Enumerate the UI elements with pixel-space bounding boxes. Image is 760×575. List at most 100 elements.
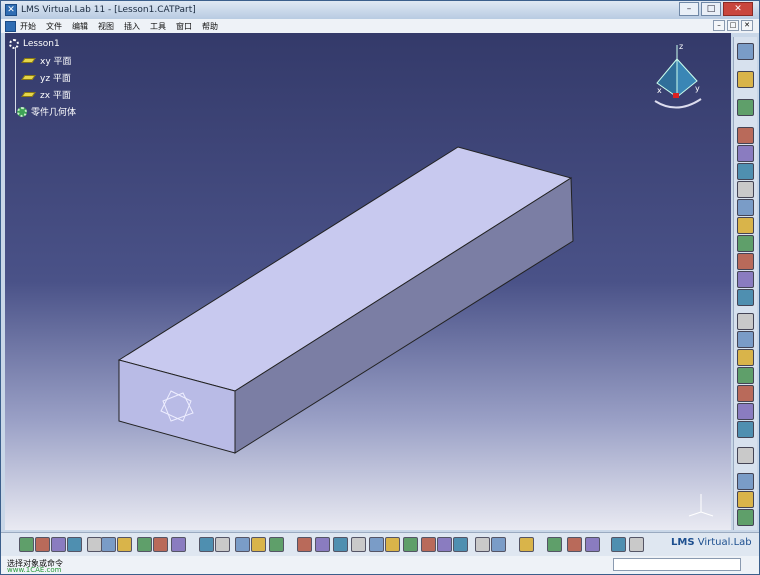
zoom-out-icon[interactable] bbox=[385, 537, 400, 552]
fillet-icon[interactable] bbox=[737, 289, 754, 306]
print-icon[interactable] bbox=[67, 537, 82, 552]
apply-material-icon[interactable] bbox=[519, 537, 534, 552]
tree-item-xy-plane[interactable]: xy 平面 bbox=[9, 52, 76, 69]
application-window: ✕ LMS Virtual.Lab 11 - [Lesson1.CATPart]… bbox=[0, 0, 760, 575]
comment-icon[interactable] bbox=[215, 537, 230, 552]
tree-root[interactable]: Lesson1 bbox=[9, 35, 76, 52]
menu-window[interactable]: 窗口 bbox=[176, 21, 192, 32]
doc-maximize-button[interactable]: □ bbox=[727, 20, 739, 31]
fit-all-icon[interactable] bbox=[315, 537, 330, 552]
new-icon[interactable] bbox=[19, 537, 34, 552]
close-button[interactable]: ✕ bbox=[723, 2, 753, 16]
minimize-button[interactable]: – bbox=[679, 2, 699, 16]
shading-icon[interactable] bbox=[437, 537, 452, 552]
swap-icon[interactable] bbox=[475, 537, 490, 552]
plane-icon bbox=[21, 75, 36, 80]
normal-view-icon[interactable] bbox=[403, 537, 418, 552]
tree-item-yz-plane[interactable]: yz 平面 bbox=[9, 69, 76, 86]
chamfer-icon[interactable] bbox=[737, 313, 754, 330]
tools-icon[interactable] bbox=[585, 537, 600, 552]
pan-icon[interactable] bbox=[333, 537, 348, 552]
iso-view-icon[interactable] bbox=[421, 537, 436, 552]
whats-this-icon[interactable] bbox=[171, 537, 186, 552]
document-icon[interactable] bbox=[5, 20, 16, 32]
window-title: LMS Virtual.Lab 11 - [Lesson1.CATPart] bbox=[21, 5, 196, 15]
tree-item-zx-plane[interactable]: zx 平面 bbox=[9, 86, 76, 103]
menu-edit[interactable]: 编辑 bbox=[72, 21, 88, 32]
formula-icon[interactable] bbox=[199, 537, 214, 552]
measure-icon[interactable] bbox=[269, 537, 284, 552]
sketcher-icon[interactable] bbox=[737, 99, 754, 116]
maximize-button[interactable]: □ bbox=[701, 2, 721, 16]
zoom-in-icon[interactable] bbox=[369, 537, 384, 552]
compass-y-label: y bbox=[695, 84, 700, 93]
shaft-icon[interactable] bbox=[737, 163, 754, 180]
stiffener-icon[interactable] bbox=[737, 253, 754, 270]
compass-icon[interactable]: z x y bbox=[649, 41, 709, 117]
watermark-text: www.1CAE.com bbox=[7, 566, 62, 574]
slot-icon[interactable] bbox=[737, 235, 754, 252]
measure-item-icon[interactable] bbox=[547, 537, 562, 552]
document-controls: – □ ✕ bbox=[713, 20, 753, 31]
gear-icon bbox=[17, 106, 27, 117]
compass-x-label: x bbox=[657, 86, 662, 95]
doc-minimize-button[interactable]: – bbox=[713, 20, 725, 31]
save-icon[interactable] bbox=[51, 537, 66, 552]
hide-show-icon[interactable] bbox=[453, 537, 468, 552]
specification-tree: Lesson1 xy 平面 yz 平面 zx 平面 零件几何体 bbox=[9, 35, 76, 120]
construction-icon[interactable] bbox=[567, 537, 582, 552]
selection-icon[interactable] bbox=[737, 71, 754, 88]
pattern-icon[interactable] bbox=[737, 491, 754, 508]
doc-close-button[interactable]: ✕ bbox=[741, 20, 753, 31]
part-geometry[interactable] bbox=[5, 33, 731, 530]
status-bar: 选择对象或命令 www.1CAE.com bbox=[1, 556, 759, 574]
pocket-icon[interactable] bbox=[737, 145, 754, 162]
table-icon[interactable] bbox=[235, 537, 250, 552]
remove-face-icon[interactable] bbox=[737, 403, 754, 420]
plane-icon bbox=[21, 58, 36, 63]
undo-icon[interactable] bbox=[137, 537, 152, 552]
menu-start[interactable]: 开始 bbox=[20, 21, 36, 32]
rotate-icon[interactable] bbox=[351, 537, 366, 552]
3d-viewport[interactable]: Lesson1 xy 平面 yz 平面 zx 平面 零件几何体 z x y bbox=[5, 33, 731, 530]
menu-tools[interactable]: 工具 bbox=[150, 21, 166, 32]
fly-mode-icon[interactable] bbox=[297, 537, 312, 552]
menu-file[interactable]: 文件 bbox=[46, 21, 62, 32]
axis-triad-icon bbox=[688, 494, 714, 517]
tree-item-label: zx 平面 bbox=[40, 91, 71, 101]
texture-icon[interactable] bbox=[491, 537, 506, 552]
menu-insert[interactable]: 插入 bbox=[124, 21, 140, 32]
copy-icon[interactable] bbox=[101, 537, 116, 552]
update-icon[interactable] bbox=[611, 537, 626, 552]
pad-icon[interactable] bbox=[737, 127, 754, 144]
tree-item-label: xy 平面 bbox=[40, 57, 72, 67]
title-bar[interactable]: ✕ LMS Virtual.Lab 11 - [Lesson1.CATPart]… bbox=[1, 1, 759, 19]
thickness-icon[interactable] bbox=[737, 367, 754, 384]
thread-icon[interactable] bbox=[737, 385, 754, 402]
open-icon[interactable] bbox=[35, 537, 50, 552]
brand-logo: LMS Virtual.Lab bbox=[671, 537, 752, 548]
menu-bar: 开始 文件 编辑 视图 插入 工具 窗口 帮助 – □ ✕ bbox=[1, 19, 759, 33]
command-input[interactable] bbox=[613, 558, 741, 571]
cut-icon[interactable] bbox=[87, 537, 102, 552]
scaling-icon[interactable] bbox=[737, 509, 754, 526]
shell-icon[interactable] bbox=[737, 349, 754, 366]
sketch-icon[interactable] bbox=[737, 43, 754, 60]
bottom-toolbar: LMS Virtual.Lab bbox=[1, 532, 759, 556]
tree-item-part-body[interactable]: 零件几何体 bbox=[9, 103, 76, 120]
replace-face-icon[interactable] bbox=[737, 421, 754, 438]
analysis-icon[interactable] bbox=[629, 537, 644, 552]
draft-icon[interactable] bbox=[737, 331, 754, 348]
menu-help[interactable]: 帮助 bbox=[202, 21, 218, 32]
catalog-icon[interactable] bbox=[251, 537, 266, 552]
groove-icon[interactable] bbox=[737, 181, 754, 198]
rib-icon[interactable] bbox=[737, 217, 754, 234]
paste-icon[interactable] bbox=[117, 537, 132, 552]
mirror-icon[interactable] bbox=[737, 473, 754, 490]
menu-view[interactable]: 视图 bbox=[98, 21, 114, 32]
redo-icon[interactable] bbox=[153, 537, 168, 552]
right-toolbar bbox=[733, 37, 757, 530]
hole-icon[interactable] bbox=[737, 199, 754, 216]
translation-icon[interactable] bbox=[737, 447, 754, 464]
solid-combine-icon[interactable] bbox=[737, 271, 754, 288]
